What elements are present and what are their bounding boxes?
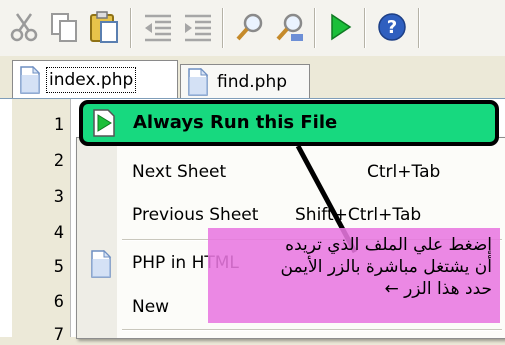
- help-icon[interactable]: ?: [372, 7, 412, 47]
- tab-label: find.php: [217, 71, 288, 92]
- line-number: 6: [53, 292, 64, 312]
- menu-item-shortcut: Ctrl+Tab: [367, 162, 441, 182]
- paste-icon[interactable]: [84, 7, 124, 47]
- menu-item-shortcut: Shift+Ctrl+Tab: [295, 205, 422, 225]
- indent-icon[interactable]: [178, 7, 218, 47]
- tab-label: index.php: [45, 66, 137, 93]
- line-number: 3: [53, 187, 64, 207]
- menu-item-label: Always Run this File: [133, 112, 338, 133]
- line-number: 7: [53, 325, 64, 345]
- menu-item-label: Previous Sheet: [132, 205, 259, 225]
- annotation-line: حدد هذا الزر ←: [384, 279, 492, 299]
- file-icon: [188, 67, 209, 96]
- run-file-icon: [93, 109, 115, 137]
- line-number: 2: [53, 151, 64, 171]
- file-icon: [20, 65, 41, 94]
- annotation-line: أن يشتغل مباشرة بالزر الأيمن: [280, 257, 492, 277]
- annotation-line: إضغط علي الملف الذي تريده: [285, 235, 492, 255]
- scissors-icon[interactable]: [4, 7, 44, 47]
- annotation-note: إضغط علي الملف الذي تريده أن يشتغل مباشر…: [208, 228, 500, 323]
- line-number-gutter: 1 2 3 4 5 6 7: [12, 99, 71, 345]
- menu-item-next-sheet[interactable]: Next Sheet Ctrl+Tab: [77, 153, 505, 193]
- run-icon[interactable]: [320, 7, 360, 47]
- find-icon[interactable]: [230, 7, 270, 47]
- find-replace-icon[interactable]: [270, 7, 310, 47]
- line-number: 5: [53, 257, 64, 277]
- copy-icon[interactable]: [44, 7, 84, 47]
- toolbar: ?: [0, 0, 505, 57]
- tab-index-php[interactable]: index.php: [12, 60, 178, 98]
- menu-separator: [122, 329, 502, 331]
- menu-item-label: Next Sheet: [132, 162, 227, 182]
- tab-find-php[interactable]: find.php: [180, 64, 310, 98]
- tab-bar: index.php find.php: [0, 56, 505, 98]
- file-icon: [91, 250, 112, 278]
- menu-item-always-run-this-file[interactable]: Always Run this File: [79, 100, 499, 146]
- line-number: 4: [53, 223, 64, 243]
- menu-item-label: New: [132, 297, 170, 317]
- svg-text:?: ?: [387, 17, 397, 38]
- line-number: 1: [53, 115, 64, 135]
- outdent-icon[interactable]: [138, 7, 178, 47]
